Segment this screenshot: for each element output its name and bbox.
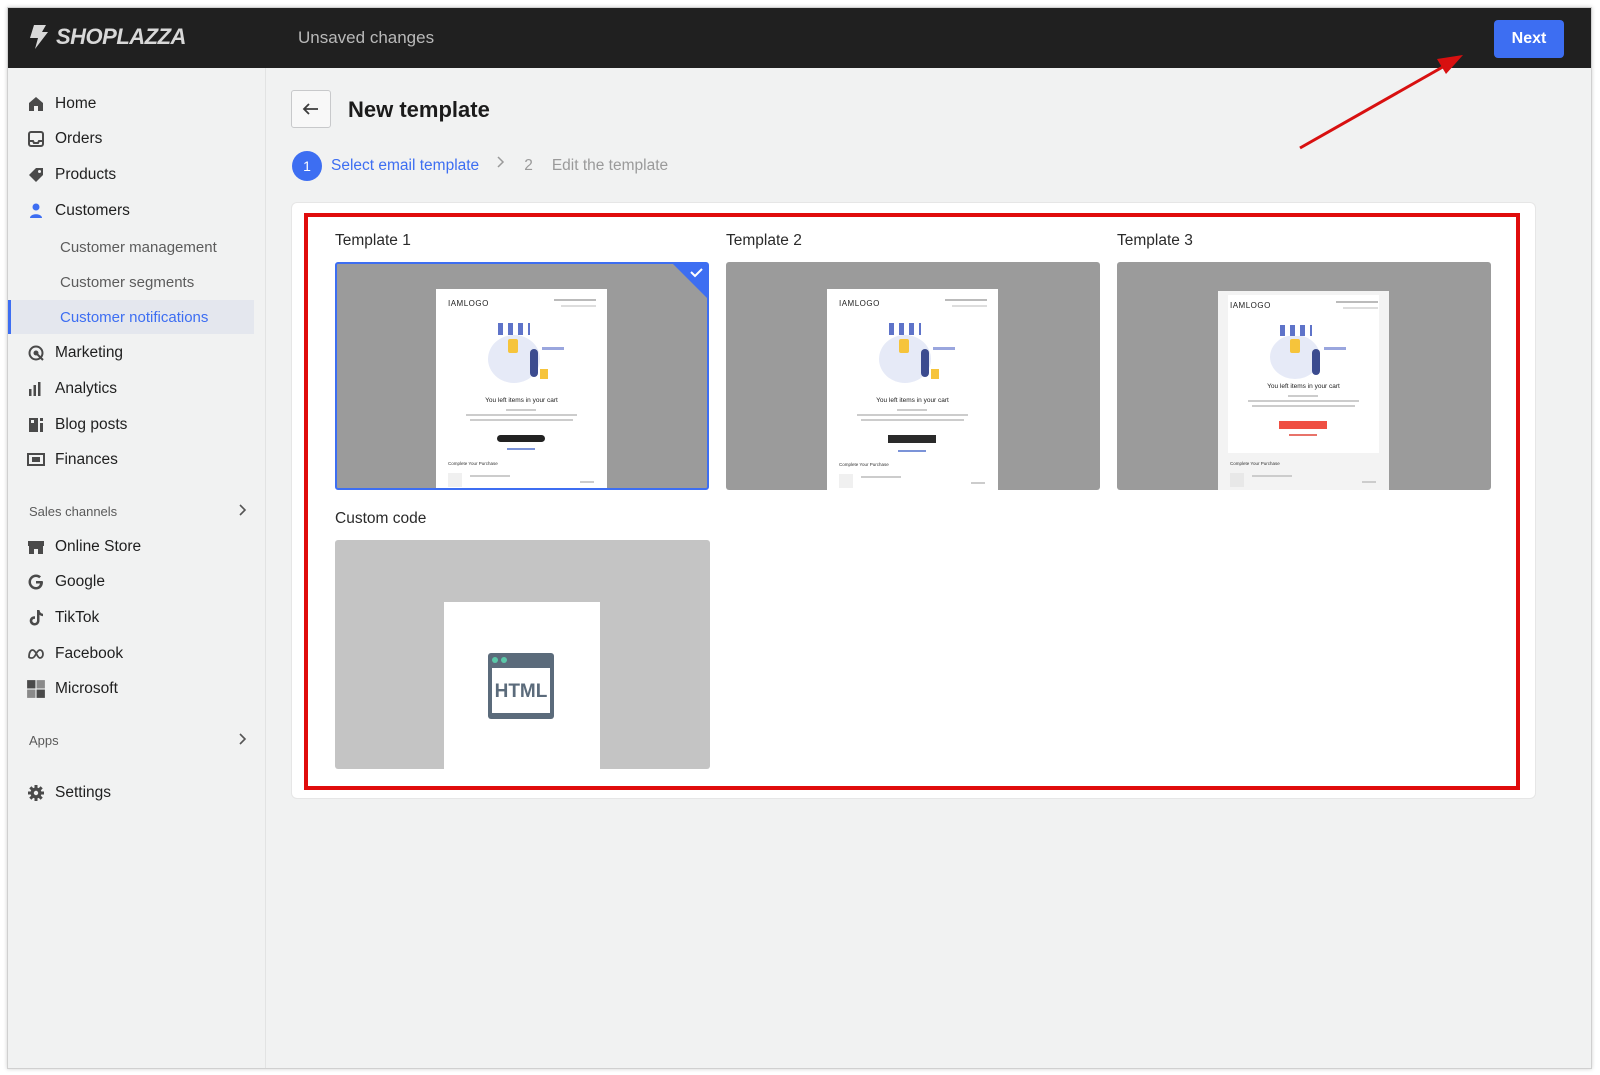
step-number-2: 2 xyxy=(524,157,533,174)
microsoft-icon xyxy=(27,680,45,698)
sidebar-item-label: Finances xyxy=(55,451,118,468)
sidebar-item-tiktok[interactable]: TikTok xyxy=(8,601,256,635)
top-bar: SHOPLAZZA Unsaved changes Next xyxy=(8,8,1591,68)
sidebar-item-label: TikTok xyxy=(55,609,100,626)
sidebar-item-label: Marketing xyxy=(55,344,124,361)
sidebar-item-facebook[interactable]: Facebook xyxy=(8,637,256,671)
template-3-label: Template 3 xyxy=(1117,232,1193,249)
custom-code-preview: HTML xyxy=(444,602,600,769)
step-label-edit-template: Edit the template xyxy=(551,157,669,174)
sidebar: Home Orders Products Customers Customer … xyxy=(8,68,266,1068)
sidebar-item-label: Settings xyxy=(55,784,112,801)
sidebar-item-label: Google xyxy=(55,573,105,590)
sidebar-item-label: Blog posts xyxy=(55,416,128,433)
chevron-right-icon xyxy=(239,504,247,516)
template-3-option[interactable]: IAMLOGO You left items in your cart Comp… xyxy=(1117,262,1491,490)
sidebar-item-label: Home xyxy=(55,95,97,112)
sidebar-item-label: Microsoft xyxy=(55,680,118,697)
sidebar-item-label: Customers xyxy=(55,202,130,219)
template-2-option[interactable]: IAMLOGO You left items in your cart Comp… xyxy=(726,262,1100,490)
bar-chart-icon xyxy=(29,382,41,396)
email-section-title: Complete Your Purchase xyxy=(448,461,498,466)
gear-icon xyxy=(28,785,44,801)
sidebar-item-label: Orders xyxy=(55,130,103,147)
template-2-label: Template 2 xyxy=(726,232,802,249)
back-button[interactable] xyxy=(291,90,331,128)
sales-channels-header[interactable]: Sales channels xyxy=(29,499,249,523)
sidebar-item-finances[interactable]: Finances xyxy=(8,443,256,477)
sidebar-item-settings[interactable]: Settings xyxy=(8,776,256,810)
custom-code-label: Custom code xyxy=(335,510,427,527)
store-icon xyxy=(28,541,44,554)
sales-channels-label: Sales channels xyxy=(29,503,118,519)
sidebar-item-label: Analytics xyxy=(55,380,118,397)
sidebar-item-label: Online Store xyxy=(55,538,142,555)
chevron-right-icon xyxy=(497,156,505,168)
sidebar-item-label: Customer notifications xyxy=(60,308,209,326)
sidebar-item-customer-segments[interactable]: Customer segments xyxy=(8,265,254,299)
brand-logo[interactable]: SHOPLAZZA xyxy=(26,23,186,51)
sidebar-item-microsoft[interactable]: Microsoft xyxy=(8,672,256,706)
template-1-option[interactable]: IAMLOGO You left items in your cart Comp… xyxy=(335,262,709,490)
sidebar-item-blog-posts[interactable]: Blog posts xyxy=(8,408,256,442)
apps-label: Apps xyxy=(29,732,59,748)
finance-icon xyxy=(27,453,45,466)
email-headline: You left items in your cart xyxy=(485,397,558,404)
sidebar-item-analytics[interactable]: Analytics xyxy=(8,372,256,406)
page-title: New template xyxy=(348,97,490,122)
app-window: SHOPLAZZA Unsaved changes Next Home Orde… xyxy=(7,7,1592,1069)
email-logo: IAMLOGO xyxy=(839,299,880,308)
unsaved-status: Unsaved changes xyxy=(298,28,435,47)
brand-name: SHOPLAZZA xyxy=(56,24,186,49)
step-label-select-template[interactable]: Select email template xyxy=(331,157,479,175)
html-icon-text: HTML xyxy=(495,681,548,702)
sidebar-item-customer-management[interactable]: Customer management xyxy=(8,230,254,264)
shoplazza-logo-icon xyxy=(30,25,48,49)
email-logo: IAMLOGO xyxy=(1230,301,1271,310)
stepper: 1 Select email template 2 Edit the templ… xyxy=(292,151,668,181)
sidebar-item-products[interactable]: Products xyxy=(8,158,256,192)
blog-icon xyxy=(29,418,43,432)
email-logo: IAMLOGO xyxy=(448,299,489,308)
tag-icon xyxy=(29,168,43,182)
email-headline: You left items in your cart xyxy=(1267,383,1340,390)
sidebar-item-online-store[interactable]: Online Store xyxy=(8,530,256,564)
email-section-title: Complete Your Purchase xyxy=(839,462,889,467)
chevron-right-icon xyxy=(239,733,247,745)
sidebar-item-label: Products xyxy=(55,166,117,183)
meta-icon xyxy=(28,649,44,659)
home-icon xyxy=(29,97,43,111)
sidebar-item-label: Facebook xyxy=(55,645,124,662)
inbox-icon xyxy=(28,131,44,147)
email-headline: You left items in your cart xyxy=(876,397,949,404)
next-button[interactable]: Next xyxy=(1494,20,1564,58)
html-file-icon: HTML xyxy=(488,653,554,719)
sidebar-item-customer-notifications[interactable]: Customer notifications xyxy=(8,300,254,334)
arrow-left-icon xyxy=(302,103,318,115)
email-section-title: Complete Your Purchase xyxy=(1230,461,1280,466)
sidebar-item-orders[interactable]: Orders xyxy=(8,122,256,156)
google-icon xyxy=(28,574,43,590)
template-1-label: Template 1 xyxy=(335,232,411,249)
sidebar-item-label: Customer management xyxy=(60,238,217,256)
tiktok-icon xyxy=(29,610,43,626)
custom-code-option[interactable]: HTML xyxy=(335,540,710,769)
selected-check-icon xyxy=(673,264,707,298)
target-icon xyxy=(28,345,44,361)
apps-header[interactable]: Apps xyxy=(29,728,249,752)
step-number-1: 1 xyxy=(292,151,322,181)
sidebar-item-customers[interactable]: Customers xyxy=(8,194,256,228)
person-icon xyxy=(30,203,42,218)
sidebar-item-label: Customer segments xyxy=(60,273,195,291)
sidebar-item-marketing[interactable]: Marketing xyxy=(8,336,256,370)
email-preview: IAMLOGO You left items in your cart Comp… xyxy=(436,289,607,488)
email-preview: IAMLOGO You left items in your cart Comp… xyxy=(1218,291,1389,490)
sidebar-item-home[interactable]: Home xyxy=(8,87,256,121)
sidebar-item-google[interactable]: Google xyxy=(8,565,256,599)
email-preview: IAMLOGO You left items in your cart Comp… xyxy=(827,289,998,490)
